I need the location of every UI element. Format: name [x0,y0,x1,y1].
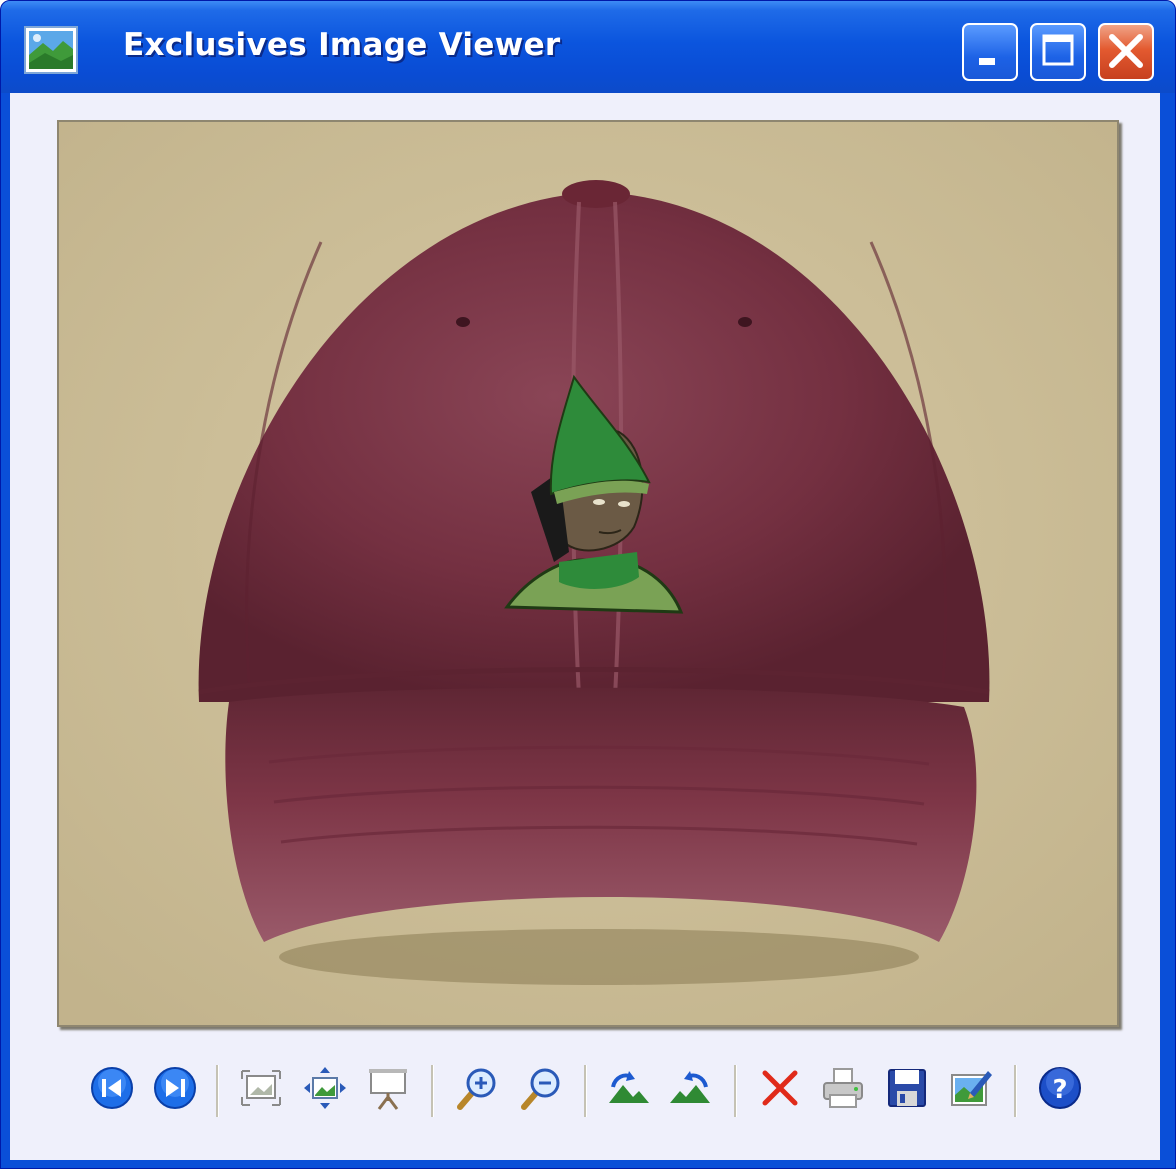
minimize-button[interactable] [962,23,1018,81]
close-icon [1109,34,1143,68]
previous-icon[interactable] [89,1065,135,1111]
hat-photo [59,122,1117,1025]
help-icon[interactable]: ? [1037,1065,1083,1111]
edit-image-icon[interactable] [948,1065,994,1111]
delete-icon[interactable] [757,1065,803,1111]
rotate-clockwise-icon[interactable] [605,1065,651,1111]
toolbar-separator [216,1065,219,1117]
next-icon[interactable] [152,1065,198,1111]
title-bar[interactable]: Exclusives Image Viewer [1,1,1175,93]
slideshow-icon[interactable] [365,1065,411,1111]
rotate-counterclockwise-icon[interactable] [668,1065,714,1111]
print-icon[interactable] [820,1065,866,1111]
toolbar-separator [431,1065,434,1117]
toolbar-separator [734,1065,737,1117]
actual-size-icon[interactable] [302,1065,348,1111]
close-button[interactable] [1098,23,1154,81]
window-title: Exclusives Image Viewer [123,27,561,63]
minimize-icon [979,58,995,65]
viewer-client-area: ? [10,93,1160,1160]
best-fit-icon[interactable] [238,1065,284,1111]
save-icon[interactable] [884,1065,930,1111]
zoom-in-icon[interactable] [454,1065,500,1111]
toolbar-separator [584,1065,587,1117]
toolbar-separator [1014,1065,1017,1117]
maximize-icon [1042,34,1074,66]
maximize-button[interactable] [1030,23,1086,81]
image-viewer-app-icon[interactable] [23,25,79,75]
viewer-toolbar: ? [10,1043,1160,1153]
svg-text:?: ? [1052,1075,1067,1105]
image-display[interactable] [57,120,1119,1027]
image-viewer-window: Exclusives Image Viewer ? [0,0,1176,1169]
zoom-out-icon[interactable] [518,1065,564,1111]
